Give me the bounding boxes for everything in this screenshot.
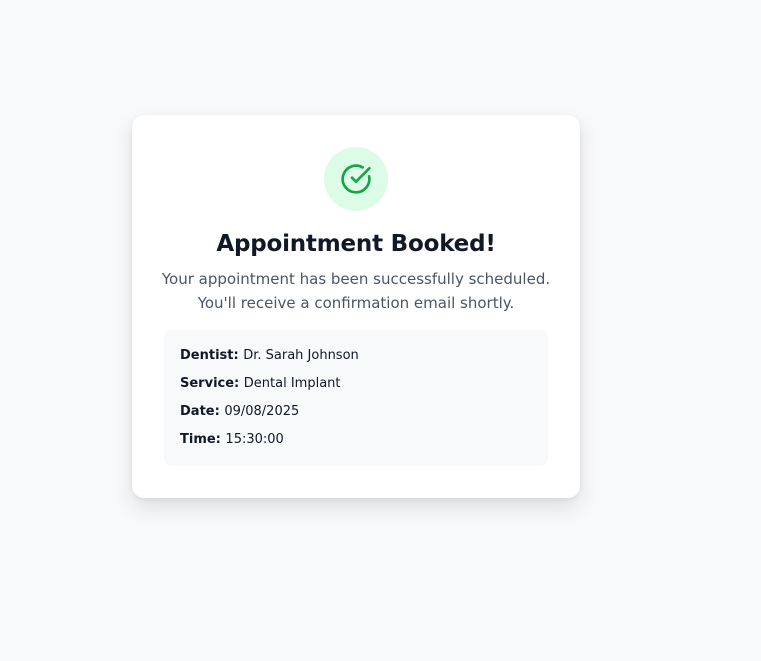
detail-label: Service: [180,376,244,391]
confirmation-message-line-2: You'll receive a confirmation email shor… [197,294,515,312]
success-icon-badge [324,147,388,211]
confirmation-title: Appointment Booked! [216,231,496,257]
detail-value: 15:30:00 [225,432,284,447]
detail-label: Date: [180,404,225,419]
detail-row-date: Date: 09/08/2025 [180,402,532,430]
appointment-details: Dentist: Dr. Sarah Johnson Service: Dent… [164,330,548,466]
detail-label: Time: [180,432,226,447]
detail-value: Dental Implant [243,376,341,391]
detail-value: Dr. Sarah Johnson [243,348,359,363]
confirmation-card: Appointment Booked! Your appointment has… [132,115,580,498]
confirmation-message-line-1: Your appointment has been successfully s… [161,270,551,288]
confirmation-message: Your appointment has been successfully s… [152,267,560,315]
detail-label: Dentist: [180,348,244,363]
detail-value: 09/08/2025 [224,404,300,419]
detail-row-service: Service: Dental Implant [180,374,532,402]
check-circle-icon [341,164,371,194]
detail-row-dentist: Dentist: Dr. Sarah Johnson [180,346,532,374]
detail-row-time: Time: 15:30:00 [180,430,532,458]
